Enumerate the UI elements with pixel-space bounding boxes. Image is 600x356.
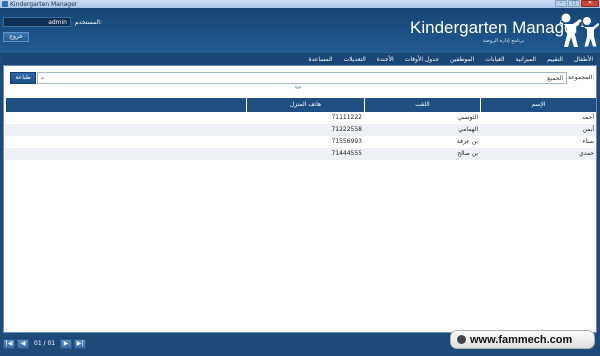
pager: |◀ ◀ 01 / 01 ▶ ▶| [3,337,87,350]
nav-item[interactable]: الأجندة [377,56,394,63]
first-page-button[interactable]: |◀ [3,338,15,349]
print-button[interactable]: طباعة [10,72,36,84]
minimize-button[interactable]: – [555,0,567,7]
cell-name: حمدي [578,150,594,157]
last-page-button[interactable]: ▶| [74,338,87,349]
app-header: admin المستخدم: خروج Kindergarten Manage… [0,8,600,53]
column-header-name[interactable]: الإسم [480,98,596,112]
title-bar: Kindergarten Manager – □ ✕ [0,0,600,8]
table-row[interactable]: أحمد التونسي 71111222 [5,112,596,124]
children-table: الإسم اللقب هاتف المنزل أحمد التونسي 71111… [5,98,596,160]
cell-name: سناء [582,138,595,145]
cell-empty [5,148,246,160]
maximize-button[interactable]: □ [568,0,580,7]
nav-item[interactable]: جدول الأوقات [405,56,439,63]
cell-empty [5,136,246,148]
column-header-last-name[interactable]: اللقب [364,98,480,112]
chevron-down-icon[interactable]: ⌄ [40,74,45,81]
cell-home-phone: 71222558 [331,126,362,133]
chevron-double-down-icon[interactable]: ︾ [294,86,302,94]
logout-button[interactable]: خروج [3,32,29,42]
cell-name: أحمد [582,114,594,121]
main-nav: المساعدة التعديلات الأجندة جدول الأوقات المو… [3,53,597,65]
watermark-text: www.fammech.com [470,333,573,346]
prev-page-button[interactable]: ◀ [17,338,29,349]
nav-item[interactable]: المساعدة [308,56,332,63]
column-header-home-phone[interactable]: هاتف المنزل [246,98,364,112]
cell-last-name: الهمامي [458,126,478,133]
cell-last-name: بن صالح [457,150,478,157]
group-select[interactable]: ⌄ الجميع [37,72,567,84]
group-label: المجموعة: [568,74,595,81]
cell-last-name: التونسي [457,114,478,121]
nav-item[interactable]: التقييم [547,56,563,63]
cell-empty [5,112,246,124]
cell-home-phone: 71556993 [331,138,362,145]
table-header: الإسم اللقب هاتف المنزل [5,98,596,112]
nav-item[interactable]: الغيابات [485,56,504,63]
window-title: Kindergarten Manager [10,0,78,8]
table-row[interactable]: حمدي بن صالح 71444555 [5,148,596,160]
close-button[interactable]: ✕ [581,0,599,7]
nav-item[interactable]: الأطفال [574,56,593,63]
cell-empty [5,124,246,136]
window-controls: – □ ✕ [555,0,599,8]
page-info: 01 / 01 [34,340,56,347]
cell-last-name: بن عرفة [456,138,478,145]
globe-icon [457,335,466,344]
group-select-value: الجميع [547,75,563,82]
table-row[interactable]: سناء بن عرفة 71556993 [5,136,596,148]
cell-name: أيمن [582,126,594,133]
cell-home-phone: 71444555 [331,150,362,157]
nav-item[interactable]: الموظفين [450,56,474,63]
watermark: www.fammech.com [450,330,595,349]
next-page-button[interactable]: ▶ [60,338,73,349]
app-icon [2,1,8,7]
user-label: المستخدم: [75,19,102,26]
app-subtitle: برنامج إدارة الروضة [483,38,525,44]
table-body: أحمد التونسي 71111222 أيمن الهمامي 71222558 سن… [5,112,596,160]
column-header-empty [5,98,246,112]
main-content: طباعة ⌄ الجميع المجموعة: ︾ الإسم اللقب ه… [3,65,597,333]
user-field: admin [3,17,71,27]
kids-logo-icon [559,13,599,47]
table-row[interactable]: أيمن الهمامي 71222558 [5,124,596,136]
cell-home-phone: 71111222 [331,114,362,121]
filter-row: طباعة ⌄ الجميع المجموعة: [7,72,595,84]
nav-item[interactable]: الميزانية [515,56,535,63]
nav-item[interactable]: التعديلات [344,56,366,63]
